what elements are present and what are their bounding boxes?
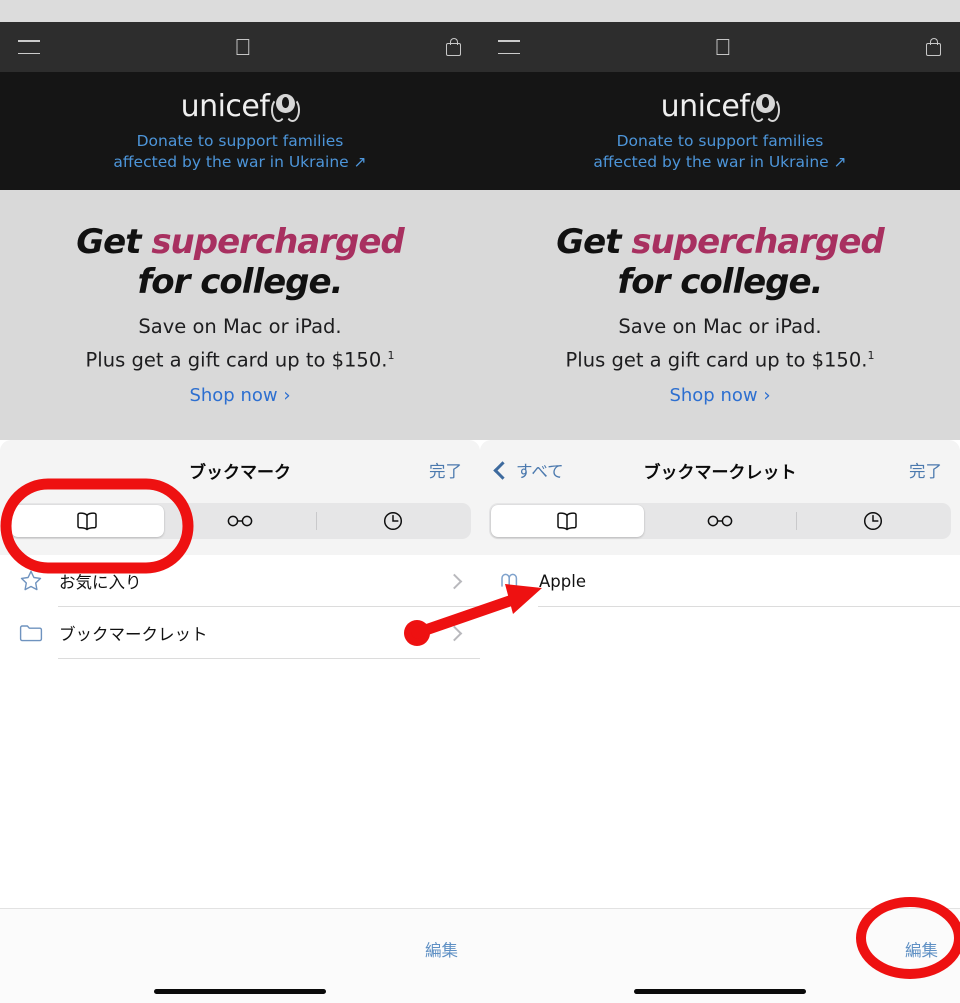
sheet-nav-right: すべて ブックマークレット 完了 xyxy=(480,440,960,500)
list-item-label: ブックマークレット xyxy=(59,625,208,644)
hero-footnote-marker-right: 1 xyxy=(867,349,875,362)
list-item[interactable]: お気に入り xyxy=(0,555,480,607)
shop-now-label-right: Shop now xyxy=(669,384,758,406)
bookmarks-segmented-control-right[interactable] xyxy=(489,503,951,539)
shop-now-label: Shop now xyxy=(189,384,278,406)
webpage-half-left:  unicef Donate to support families affe… xyxy=(0,0,480,440)
shopping-bag-icon[interactable] xyxy=(446,38,462,56)
status-bar-right xyxy=(480,0,960,22)
sheet-toolbar-right: 編集 xyxy=(480,908,960,1003)
list-item[interactable]: ブックマークレット xyxy=(0,607,480,659)
unicef-emblem-icon xyxy=(271,93,301,122)
list-item-label: お気に入り xyxy=(59,573,142,592)
status-bar xyxy=(0,0,480,22)
hero-footnote-marker: 1 xyxy=(387,349,395,362)
hero-subtext-line2-right: Plus get a gift card up to $150.1 xyxy=(480,341,960,375)
unicef-donate-line-2-text-right: affected by the war in Ukraine xyxy=(593,153,829,171)
hero-headline-line1-right: Get supercharged xyxy=(480,222,960,262)
bookmarks-sheet-right: すべて ブックマークレット 完了 Apple 編集 xyxy=(480,440,960,1003)
hero-subtext-line1-right: Save on Mac or iPad. xyxy=(618,315,822,338)
hero-headline-line2-right: for college. xyxy=(617,262,824,302)
hero-headline-get: Get xyxy=(76,222,152,262)
sheet-chrome-right: すべて ブックマークレット 完了 xyxy=(480,440,960,555)
sheet-toolbar-left: 編集 xyxy=(0,908,480,1003)
chevron-right-icon: › xyxy=(283,384,291,406)
segment-history-right[interactable] xyxy=(796,505,949,537)
unicef-donate-line-2[interactable]: affected by the war in Ukraine ↗ xyxy=(113,152,366,173)
book-icon xyxy=(75,511,99,531)
unicef-banner[interactable]: unicef Donate to support families affect… xyxy=(0,72,480,190)
hero-subtext-right: Save on Mac or iPad. Plus get a gift car… xyxy=(480,312,960,375)
hero-headline-line2: for college. xyxy=(137,262,344,302)
external-link-icon-right: ↗ xyxy=(833,153,847,171)
reading-glasses-icon xyxy=(705,513,735,529)
page-title: ブックマーク xyxy=(189,462,291,483)
unicef-banner-right[interactable]: unicef Donate to support families affect… xyxy=(480,72,960,190)
chevron-right-icon xyxy=(446,573,463,589)
clock-history-icon xyxy=(862,510,884,532)
hamburger-icon[interactable] xyxy=(18,40,40,54)
hero-subtext: Save on Mac or iPad. Plus get a gift car… xyxy=(0,312,480,375)
hero-headline-get-right: Get xyxy=(556,222,632,262)
bookmarklet-icon xyxy=(498,570,530,592)
hero-promo-right: Get supercharged for college. Save on Ma… xyxy=(480,190,960,440)
unicef-donate-line-1[interactable]: Donate to support families xyxy=(137,131,344,152)
list-item[interactable]: Apple xyxy=(480,555,960,607)
home-indicator-right xyxy=(634,989,806,994)
page-title-right: ブックマークレット xyxy=(643,462,797,483)
bookmarks-list-right: Apple xyxy=(480,555,960,607)
hero-headline-accent: supercharged xyxy=(151,222,404,262)
sheet-nav-left: ブックマーク 完了 xyxy=(0,440,480,500)
shop-now-link-right[interactable]: Shop now › xyxy=(480,385,960,406)
done-button-right[interactable]: 完了 xyxy=(909,458,942,482)
segment-reading-list[interactable] xyxy=(164,505,317,537)
edit-button[interactable]: 編集 xyxy=(425,937,458,961)
done-button[interactable]: 完了 xyxy=(429,458,462,482)
apple-global-nav:  xyxy=(0,22,480,72)
hero-subtext-line2-text-right: Plus get a gift card up to $150. xyxy=(565,348,868,372)
unicef-donate-line-1-right[interactable]: Donate to support families xyxy=(617,131,824,152)
shop-now-link[interactable]: Shop now › xyxy=(0,385,480,406)
edit-button-right[interactable]: 編集 xyxy=(905,937,938,961)
star-outline-icon xyxy=(18,568,50,594)
bookmarks-sheets-container: ブックマーク 完了 お気に入り ブックマークレット 編集 すべて ブックマークレ… xyxy=(0,440,960,1003)
list-item-label: Apple xyxy=(539,571,586,591)
clock-history-icon xyxy=(382,510,404,532)
hero-headline-line1: Get supercharged xyxy=(0,222,480,262)
home-indicator xyxy=(154,989,326,994)
hamburger-icon-right[interactable] xyxy=(498,40,520,54)
book-icon xyxy=(555,511,579,531)
bookmarks-list-left: お気に入り ブックマークレット xyxy=(0,555,480,659)
safari-webpage-backdrop:  unicef Donate to support families affe… xyxy=(0,0,960,440)
hero-subtext-line1: Save on Mac or iPad. xyxy=(138,315,342,338)
unicef-donate-line-2-text: affected by the war in Ukraine xyxy=(113,153,349,171)
unicef-emblem-icon-right xyxy=(751,93,781,122)
reading-glasses-icon xyxy=(225,513,255,529)
hero-promo: Get supercharged for college. Save on Ma… xyxy=(0,190,480,440)
unicef-wordmark: unicef xyxy=(180,89,270,124)
segment-bookmarks[interactable] xyxy=(11,505,164,537)
hero-subtext-line2: Plus get a gift card up to $150.1 xyxy=(0,341,480,375)
apple-logo-icon-right[interactable]:  xyxy=(714,35,731,59)
chevron-right-icon-right: › xyxy=(763,384,771,406)
unicef-lockup-right: unicef xyxy=(660,89,781,124)
unicef-donate-line-2-right[interactable]: affected by the war in Ukraine ↗ xyxy=(593,152,846,173)
sheet-chrome-left: ブックマーク 完了 xyxy=(0,440,480,555)
segment-reading-list-right[interactable] xyxy=(644,505,797,537)
bookmarks-sheet-left: ブックマーク 完了 お気に入り ブックマークレット 編集 xyxy=(0,440,480,1003)
external-link-icon: ↗ xyxy=(353,153,367,171)
shopping-bag-icon-right[interactable] xyxy=(926,38,942,56)
hero-headline-accent-right: supercharged xyxy=(631,222,884,262)
bookmarks-segmented-control[interactable] xyxy=(9,503,471,539)
apple-global-nav-right:  xyxy=(480,22,960,72)
hero-subtext-line2-text: Plus get a gift card up to $150. xyxy=(85,348,388,372)
chevron-right-icon xyxy=(446,625,463,641)
apple-logo-icon[interactable]:  xyxy=(234,35,251,59)
unicef-lockup: unicef xyxy=(180,89,301,124)
folder-outline-icon xyxy=(18,621,50,645)
unicef-wordmark-right: unicef xyxy=(660,89,750,124)
webpage-half-right:  unicef Donate to support families affe… xyxy=(480,0,960,440)
segment-history[interactable] xyxy=(316,505,469,537)
segment-bookmarks-right[interactable] xyxy=(491,505,644,537)
